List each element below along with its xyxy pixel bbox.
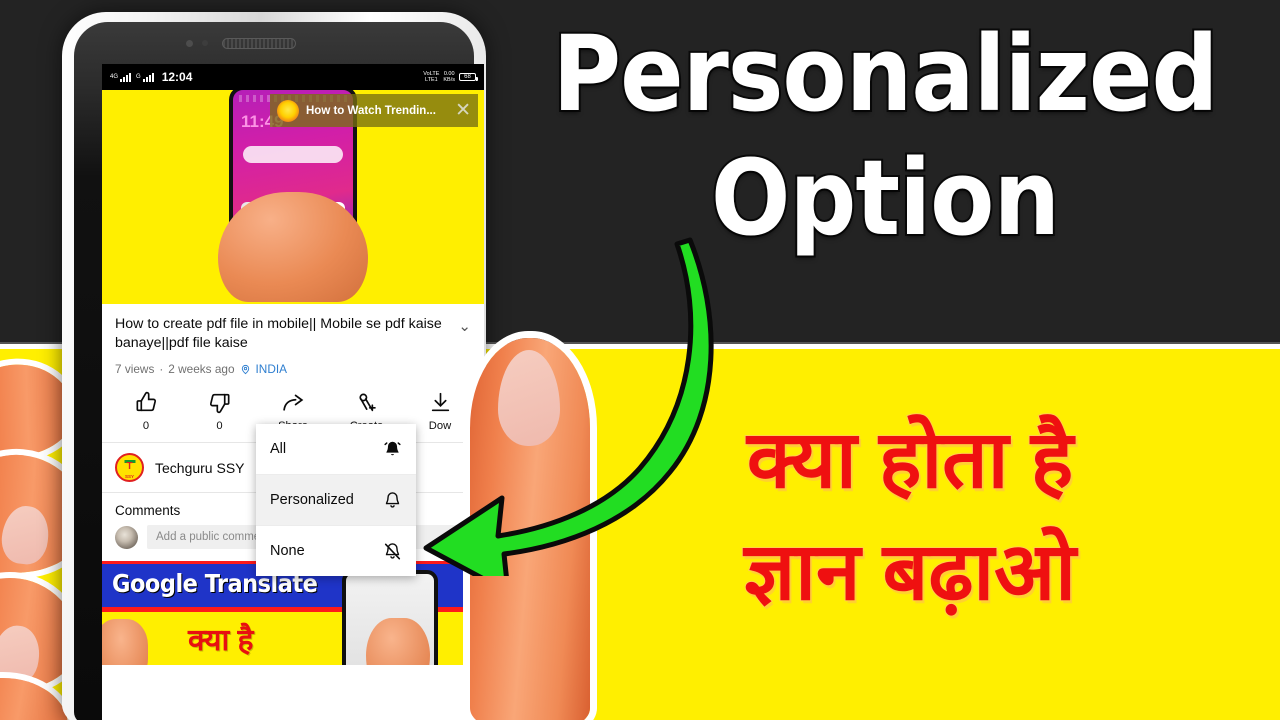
- thumbs-up-icon: [136, 391, 156, 412]
- front-camera-icon: [186, 40, 193, 47]
- thumbnail-nail: [498, 350, 560, 446]
- network-type-2-label: G: [136, 74, 141, 80]
- hindi-line-1: क्या होता है: [746, 415, 1074, 504]
- signal-bars-icon-1: [120, 72, 132, 82]
- menu-item-all[interactable]: All: [256, 424, 416, 474]
- battery-icon: 68: [459, 73, 478, 81]
- recommended-video-thumbnail[interactable]: Google Translate क्या है G: [102, 561, 484, 666]
- headline-block: Personalized Option: [500, 13, 1270, 259]
- upload-age: 2 weeks ago: [168, 362, 235, 377]
- like-button[interactable]: 0: [117, 390, 175, 432]
- menu-item-personalized[interactable]: Personalized: [256, 475, 416, 525]
- volte-icon: VoLTE LTE1: [423, 70, 440, 83]
- video-title: How to create pdf file in mobile|| Mobil…: [115, 316, 442, 352]
- video-inner-searchbar: [243, 146, 343, 163]
- close-icon[interactable]: ✕: [455, 101, 471, 120]
- status-bar-left: 4G G 12:04: [110, 70, 192, 84]
- video-info: How to create pdf file in mobile|| Mobil…: [102, 304, 484, 376]
- phone-screen: 4G G 12:04 VoLTE LTE1 0.00 KB/s 68 11:49…: [102, 64, 484, 720]
- channel-avatar-icon: SSY: [115, 453, 144, 483]
- notification-settings-menu[interactable]: All Personalized None: [256, 424, 416, 576]
- bell-off-icon: [384, 542, 401, 559]
- download-button[interactable]: Dow: [411, 390, 469, 432]
- thumbnail-hand-left: [102, 619, 148, 666]
- channel-avatar-sub: SSY: [124, 474, 134, 480]
- thumbnail-canvas: Personalized Option क्या होता है ज्ञान ब…: [0, 0, 1280, 720]
- thumbs-down-icon: [209, 393, 230, 414]
- video-location: INDIA: [255, 362, 287, 377]
- bell-outline-icon: [385, 491, 400, 508]
- hindi-line-2: ज्ञान बढ़ाओ: [743, 527, 1077, 616]
- dislike-count: 0: [216, 420, 223, 433]
- notification-toast[interactable]: How to Watch Trendin... ✕: [270, 94, 478, 127]
- headline-line-1: Personalized: [551, 13, 1221, 135]
- network-type-label: 4G: [110, 74, 119, 80]
- video-inner-hand: [218, 192, 368, 302]
- status-bar-clock: 12:04: [161, 70, 193, 84]
- view-count: 7 views: [115, 362, 155, 377]
- thumbnail-phone-image: G: [342, 570, 438, 666]
- phone-bezel: 4G G 12:04 VoLTE LTE1 0.00 KB/s 68 11:49…: [74, 22, 484, 720]
- earpiece-grille-icon: [222, 38, 296, 49]
- menu-item-personalized-label: Personalized: [270, 492, 354, 508]
- bell-ringing-icon: [384, 441, 401, 455]
- phone-mockup: 4G G 12:04 VoLTE LTE1 0.00 KB/s 68 11:49…: [62, 12, 486, 720]
- toast-channel-avatar-icon: [277, 99, 299, 122]
- toast-title: How to Watch Trendin...: [306, 104, 436, 117]
- proximity-sensor-icon: [202, 40, 208, 46]
- download-icon: [431, 392, 449, 412]
- menu-item-none[interactable]: None: [256, 526, 416, 576]
- status-bar-right: VoLTE LTE1 0.00 KB/s 68: [423, 70, 478, 84]
- user-avatar-icon: [115, 525, 138, 549]
- menu-item-none-label: None: [270, 543, 305, 559]
- status-bar: 4G G 12:04 VoLTE LTE1 0.00 KB/s 68: [102, 64, 484, 90]
- chevron-down-icon[interactable]: ⌄: [458, 317, 471, 335]
- dislike-button[interactable]: 0: [191, 390, 249, 432]
- hindi-caption-block: क्या होता है ज्ञान बढ़ाओ: [560, 415, 1260, 616]
- video-metadata: 7 views · 2 weeks ago INDIA: [115, 362, 471, 376]
- fingernail: [0, 623, 43, 687]
- thumbnail-subtitle: क्या है: [188, 624, 254, 658]
- signal-bars-icon-2: [142, 72, 154, 82]
- metadata-separator: ·: [159, 362, 164, 377]
- fingernail: [0, 503, 52, 567]
- data-speed-indicator: 0.00 KB/s: [443, 70, 455, 83]
- like-count: 0: [142, 420, 150, 433]
- right-thumb: [470, 338, 590, 720]
- create-clip-icon: [359, 393, 376, 412]
- share-arrow-icon: [282, 394, 303, 411]
- headline-line-2: Option: [709, 136, 1062, 259]
- location-pin-icon: [241, 364, 249, 374]
- phone-top-bezel: [74, 22, 474, 62]
- channel-name: Techguru SSY: [155, 459, 245, 476]
- video-title-row[interactable]: How to create pdf file in mobile|| Mobil…: [115, 315, 471, 353]
- video-player[interactable]: 11:49 How to Watch Trendin... ✕: [102, 90, 484, 304]
- menu-item-all-label: All: [270, 441, 287, 457]
- download-label: Dow: [428, 420, 452, 433]
- thumbnail-hand-right: [366, 618, 430, 666]
